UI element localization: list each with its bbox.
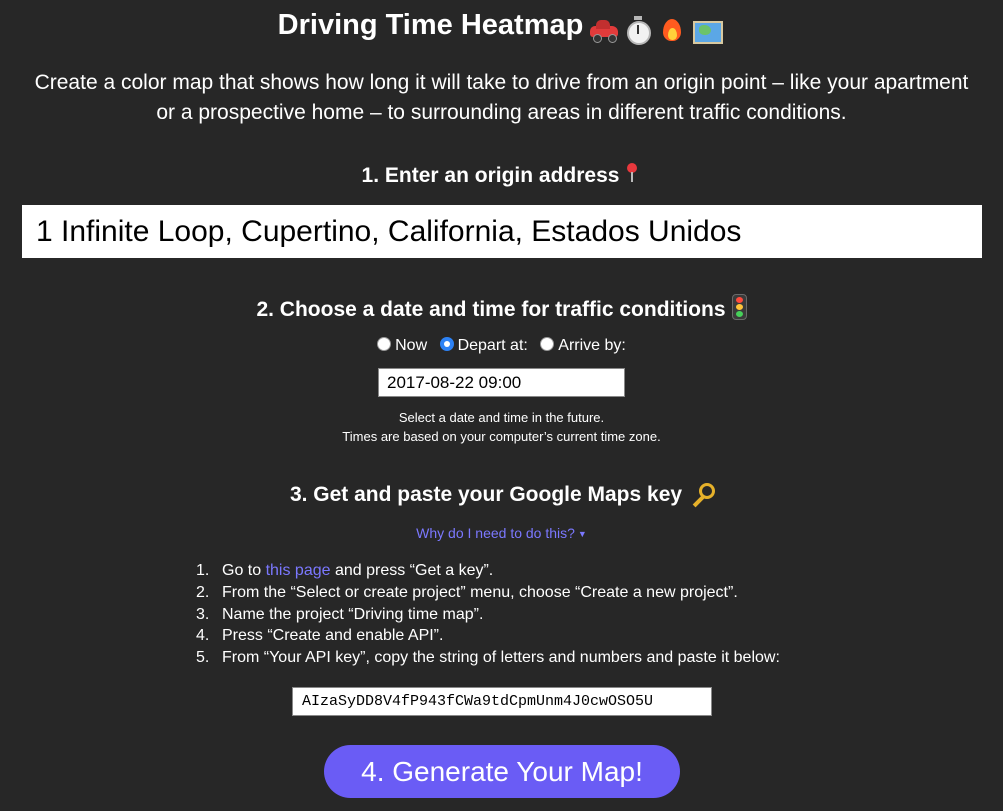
instruction-item: 2. From the “Select or create project” me… <box>196 582 780 604</box>
step3-heading-text: 3. Get and paste your Google Maps key <box>289 483 683 506</box>
instruction-text: Press “Create and enable API”. <box>222 627 444 645</box>
step1-heading-text: 1. Enter an origin address <box>361 164 620 187</box>
caret-down-icon[interactable]: ▼ <box>578 529 587 539</box>
instruction-text: From the “Select or create project” menu… <box>222 583 738 601</box>
radio-now[interactable]: Now <box>377 336 427 356</box>
page: Driving Time Heatmap Create a color map … <box>0 0 1003 811</box>
instruction-text: From “Your API key”, copy the string of … <box>222 649 780 667</box>
instruction-item: 3. Name the project “Driving time map”. <box>196 604 780 626</box>
instruction-item: 4. Press “Create and enable API”. <box>196 625 780 647</box>
this-page-link[interactable]: this page <box>266 562 331 579</box>
radio-depart-at-label: Depart at: <box>457 337 528 354</box>
time-mode-radio-group: Now Depart at: Arrive by: <box>0 336 1003 356</box>
datetime-hint: Select a date and time in the future. Ti… <box>0 408 1003 446</box>
radio-now-dot[interactable] <box>377 337 392 351</box>
step2-heading: 2. Choose a date and time for traffic co… <box>0 294 1003 325</box>
api-key-input[interactable] <box>292 687 712 716</box>
radio-depart-at-dot[interactable] <box>439 337 454 351</box>
radio-arrive-by-label: Arrive by: <box>558 337 626 354</box>
stopwatch-icon <box>623 16 653 46</box>
radio-now-label: Now <box>395 337 428 354</box>
instructions-list: 1. Go to this page and press “Get a key”.… <box>196 560 780 669</box>
page-title: Driving Time Heatmap <box>0 4 1003 50</box>
traffic-light-icon <box>731 294 747 320</box>
instruction-item: 1. Go to this page and press “Get a key”. <box>196 560 780 582</box>
instruction-number: 5. <box>196 649 210 667</box>
radio-arrive-by[interactable]: Arrive by: <box>540 336 626 356</box>
step3-heading: 3. Get and paste your Google Maps key <box>0 480 1003 510</box>
key-icon <box>687 482 716 504</box>
pin-icon <box>623 162 641 184</box>
radio-depart-at[interactable]: Depart at: <box>439 336 528 356</box>
step1-heading: 1. Enter an origin address <box>0 161 1003 191</box>
instruction-item: 5. From “Your API key”, copy the string o… <box>196 647 780 669</box>
why-disclosure-link[interactable]: Why do I need to do this? ▼ <box>0 523 1003 544</box>
datetime-hint-line1: Select a date and time in the future. <box>398 410 605 425</box>
radio-arrive-by-dot[interactable] <box>540 337 555 351</box>
instruction-number: 3. <box>196 605 210 623</box>
generate-map-button[interactable]: 4. Generate Your Map! <box>324 745 680 798</box>
origin-address-input[interactable] <box>22 205 982 258</box>
car-icon <box>589 16 619 44</box>
why-disclosure-text[interactable]: Why do I need to do this? <box>416 525 575 541</box>
page-title-text: Driving Time Heatmap <box>277 9 584 41</box>
instruction-text-before: Go to <box>222 562 266 579</box>
intro-text: Create a color map that shows how long i… <box>34 71 969 124</box>
instruction-text: Name the project “Driving time map”. <box>222 605 484 623</box>
fire-icon <box>657 16 687 44</box>
instruction-number: 2. <box>196 583 210 601</box>
map-icon <box>691 16 724 45</box>
datetime-input[interactable] <box>378 368 625 397</box>
step2-heading-text: 2. Choose a date and time for traffic co… <box>256 298 726 321</box>
instruction-number: 4. <box>196 627 210 645</box>
instruction-number: 1. <box>196 562 210 579</box>
instruction-text-after: and press “Get a key”. <box>330 562 494 579</box>
datetime-hint-line2: Times are based on your computer’s curre… <box>342 429 661 444</box>
title-icons <box>589 8 725 50</box>
